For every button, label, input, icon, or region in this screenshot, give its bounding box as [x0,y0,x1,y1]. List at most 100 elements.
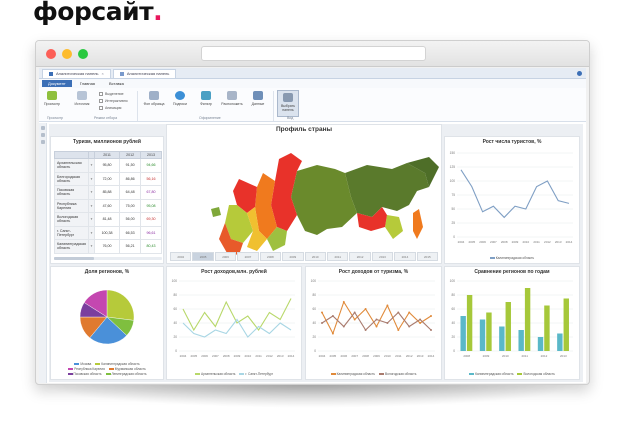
map-region-sakhalin[interactable] [413,209,423,239]
data-point[interactable] [419,318,422,321]
timeline-year[interactable]: 2008 [259,252,282,261]
data-point[interactable] [353,318,356,321]
tool-icon[interactable] [40,126,45,130]
bar[interactable] [486,312,492,352]
legend-item[interactable]: Калининградская область [469,372,513,376]
ribbon-tab-home[interactable]: Главная [74,80,101,87]
data-point[interactable] [408,325,411,328]
close-icon[interactable]: × [102,71,104,76]
table-row[interactable]: г. Санкт-Петербург ▾ 100,38 66,53 96,61 [54,225,162,240]
bar[interactable] [537,337,544,351]
table-scrollbar[interactable] [54,257,162,260]
table-row[interactable]: Архангельская область ▾ 95,80 91,50 94,66 [54,158,162,173]
data-point[interactable] [342,301,345,303]
data-point[interactable] [331,315,334,317]
option-interactive[interactable]: Интерактивно [99,99,128,103]
document-tab-1[interactable]: Аналитическая панель × [42,68,111,78]
table-row[interactable]: Белгородская область ▾ 72,00 86,86 56,16 [54,171,162,186]
column-header[interactable]: 2012 [119,151,142,159]
map-region-far-east[interactable] [345,163,429,217]
data-point[interactable] [364,329,367,331]
bar[interactable] [505,302,511,351]
ribbon-tab-document[interactable]: Документ [42,80,72,87]
bar[interactable] [479,319,486,352]
series-line[interactable] [460,169,570,219]
bar[interactable] [466,295,473,351]
data-point[interactable] [397,311,400,314]
data-point[interactable] [321,311,323,314]
russia-map[interactable] [167,135,441,263]
legend-item[interactable]: Вологодская область [517,372,555,376]
regions-share-chart[interactable] [51,277,163,357]
data-point[interactable] [364,308,367,310]
data-point[interactable] [321,322,323,324]
bar[interactable] [460,316,466,351]
legend-item[interactable]: Калининградская область [330,372,375,376]
timeline-year[interactable]: 2015 [416,252,439,261]
close-window-button[interactable] [46,49,56,59]
data-point[interactable] [331,332,334,335]
data-point[interactable] [408,311,411,314]
tourism-income-chart[interactable]: 0 20 40 60 80 100 2004 2005 2006 2007 2008 2009 2010… [306,277,441,367]
legend-item[interactable]: Республика Карелия [68,367,105,371]
table-row[interactable]: Вологодская область ▾ 81,48 56,00 69,30 [54,212,162,227]
help-icon[interactable] [577,70,582,76]
column-header[interactable]: 2013 [140,151,162,159]
captions-button[interactable]: Подписи [169,91,191,106]
select-panel-button[interactable]: Выбрать панель [277,90,299,117]
data-point[interactable] [397,329,400,331]
data-point[interactable] [430,315,432,317]
legend-item[interactable]: Мурманская область [108,367,146,371]
tool-icon[interactable] [40,133,45,137]
bar[interactable] [544,305,550,352]
income-growth-chart[interactable]: 0 20 40 60 80 100 2004 2005 2006 2007 2008 2009 2010… [167,277,301,367]
background-button[interactable]: Фон образца [143,91,165,106]
bar[interactable] [499,326,505,352]
legend-item[interactable]: Калининградская область [95,362,140,366]
table-row[interactable]: Калининградская область ▾ 76,00 56,21 80,43 [54,239,162,254]
arrange-button[interactable]: Расположить [221,91,243,106]
address-bar[interactable] [201,46,426,61]
timeline-year[interactable]: 2013 [371,252,394,261]
map-region-primorye[interactable] [385,215,403,239]
data-point[interactable] [386,322,389,324]
table-row[interactable]: Республика Карелия ▾ 47,60 75,00 95,08 [54,198,162,213]
view-button[interactable]: Просмотр [41,91,63,106]
data-point[interactable] [353,311,356,314]
legend-item[interactable]: Псковская область [67,372,102,376]
pie-slice[interactable] [106,289,135,321]
regions-compare-chart[interactable]: 0 20 40 60 80 100 2008 2009 2010 2011 2012 2013 [445,277,579,367]
bar[interactable] [524,288,531,351]
tool-icon[interactable] [40,140,45,144]
data-point[interactable] [419,322,422,324]
bar[interactable] [563,298,569,352]
map-region-kaliningrad[interactable] [211,207,221,217]
data-point[interactable] [386,304,389,307]
bar[interactable] [557,333,563,352]
source-button[interactable]: Источник [71,91,93,106]
timeline-year[interactable]: 2006 [214,252,237,261]
data-point[interactable] [375,325,378,328]
scrollbar-thumb[interactable] [54,257,94,260]
timeline-year[interactable]: 2009 [282,252,304,261]
legend-item[interactable]: Вологодская область [378,372,416,376]
legend-item[interactable]: Калининградская область [489,256,534,260]
data-button[interactable]: Данные [247,91,269,106]
document-tab-2[interactable]: Аналитическая панель [112,68,177,78]
bar[interactable] [518,330,524,351]
timeline-year[interactable]: 2010 [304,252,326,261]
maximize-window-button[interactable] [78,49,88,59]
timeline-year[interactable]: 2012 [349,252,371,261]
legend-item[interactable]: Ленинградская область [105,372,146,376]
series-line[interactable] [182,298,292,332]
option-selection[interactable]: Выделение [99,92,124,96]
data-point[interactable] [342,325,345,328]
tourists-growth-chart[interactable]: 0 25 50 75 100 125 150 2004 2005 2006 2007 2008 2009… [445,149,579,253]
data-point[interactable] [430,329,432,331]
timeline-year[interactable]: 2004 [170,252,192,261]
legend-item[interactable]: г. Санкт-Петербург [239,372,273,376]
column-header[interactable]: 2011 [93,151,121,159]
series-line[interactable] [321,300,432,335]
table-row[interactable]: Псковская область ▾ 85,88 64,48 67,80 [54,185,162,200]
ribbon-tab-insert[interactable]: Вставка [103,80,130,87]
